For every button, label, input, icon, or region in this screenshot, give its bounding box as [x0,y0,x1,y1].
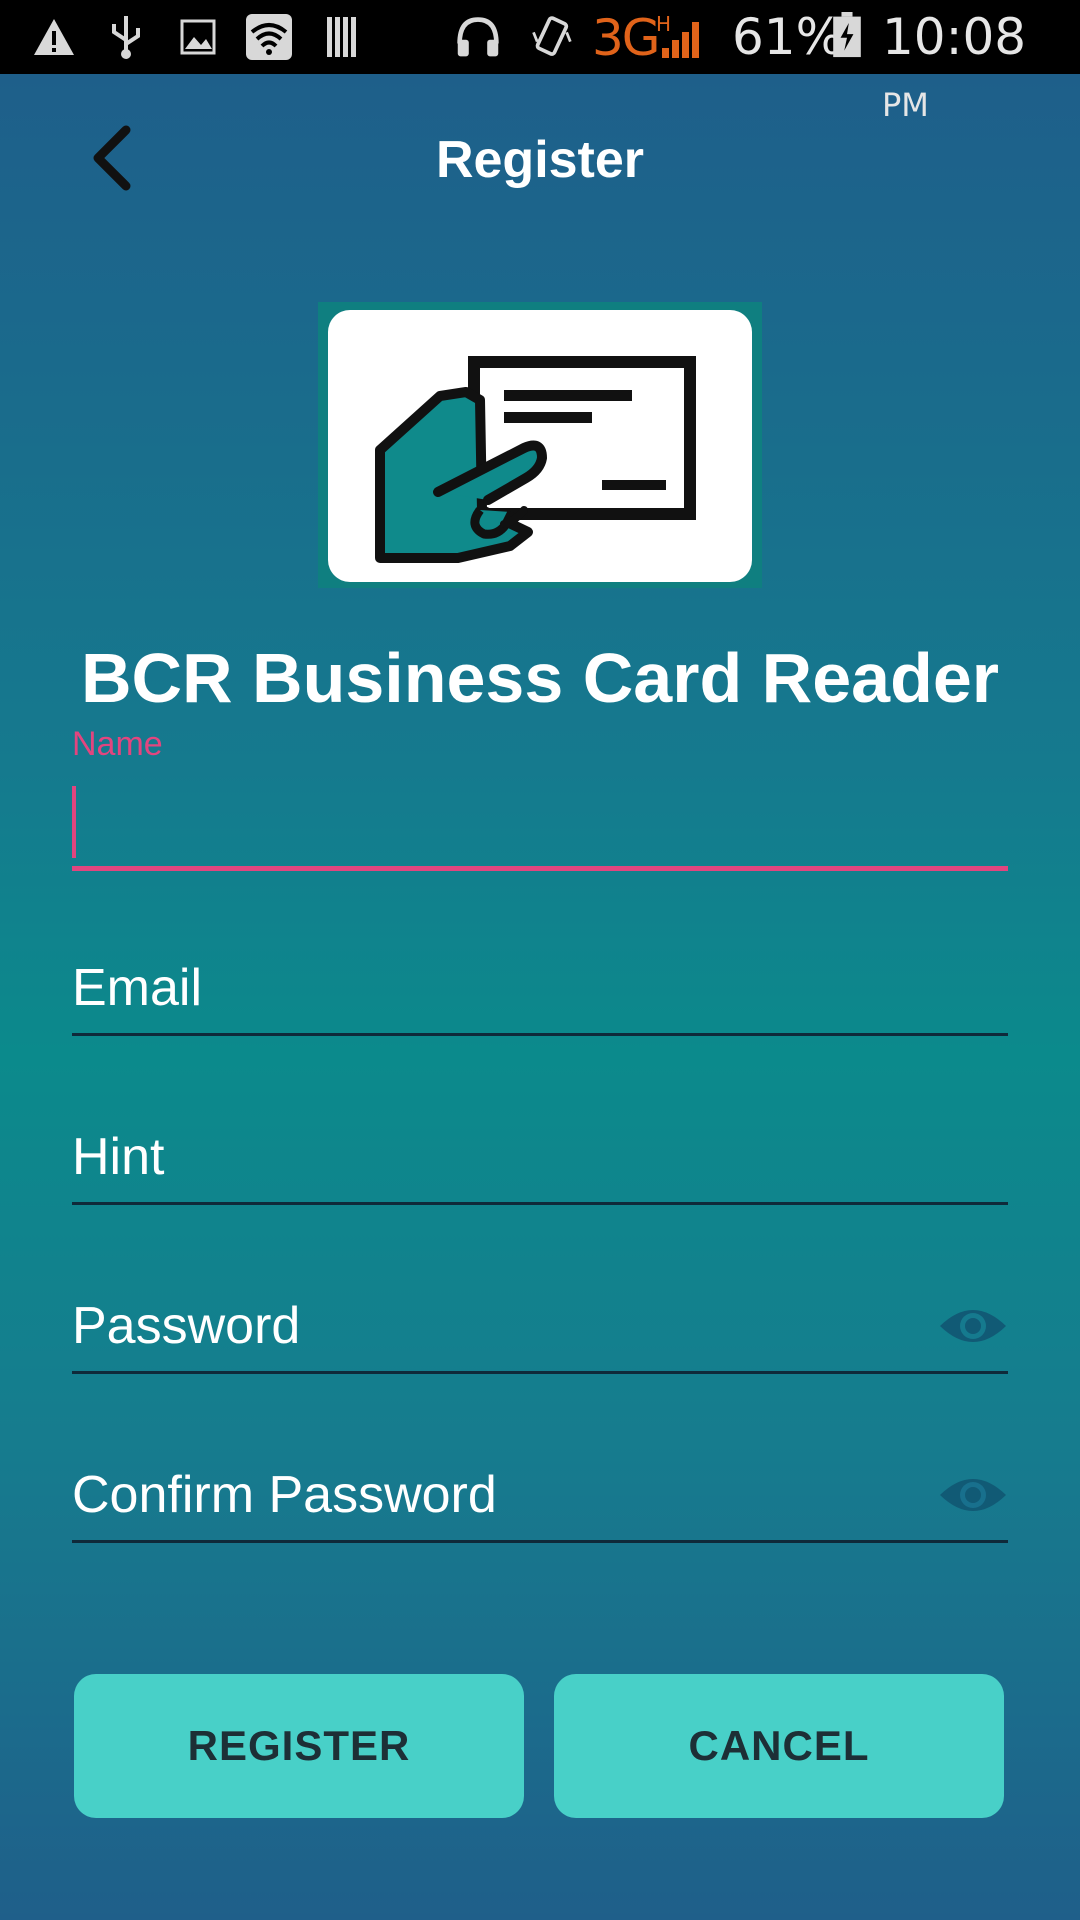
password-input[interactable] [72,1286,912,1366]
wifi-icon [246,14,292,60]
register-button[interactable]: REGISTER [74,1674,524,1818]
confirm-password-underline [72,1540,1008,1543]
register-screen: 3G H 61% 10:08 PM Register BCR Business … [0,0,1080,1920]
name-input[interactable] [72,782,1008,862]
clock-time: 10:08 [882,8,1027,66]
eye-icon[interactable] [938,1471,1008,1519]
confirm-password-input[interactable] [72,1455,912,1535]
name-label: Name [72,725,163,763]
vibrate-icon [532,16,572,56]
page-title: Register [435,131,645,189]
hint-underline [72,1202,1008,1205]
eye-icon[interactable] [938,1302,1008,1350]
email-field [72,948,1008,1038]
password-field [72,1286,1008,1376]
image-icon [180,19,216,55]
name-underline [72,866,1008,871]
app-logo [318,302,762,588]
usb-icon [112,16,140,59]
warning-icon [34,19,74,55]
email-underline [72,1033,1008,1036]
email-input[interactable] [72,948,1008,1028]
clock-suffix: PM [882,86,929,124]
app-name: BCR Business Card Reader [80,639,1000,717]
business-card-hand-icon [375,356,696,563]
hint-input[interactable] [72,1117,1008,1197]
cancel-button[interactable]: CANCEL [554,1674,1004,1818]
password-underline [72,1371,1008,1374]
status-bar: 3G H 61% 10:08 PM [0,0,1080,124]
headphones-icon [457,17,499,57]
signal-icon [662,22,699,58]
name-field: Name [72,724,1008,874]
hint-field [72,1117,1008,1207]
battery-charging-icon [833,12,861,58]
barcode-icon [327,17,356,57]
battery-percent: 61% [732,8,844,66]
confirm-password-field [72,1455,1008,1545]
clock: 10:08 PM [882,6,1080,136]
network-type: 3G [592,9,661,67]
logo-background [328,310,752,582]
